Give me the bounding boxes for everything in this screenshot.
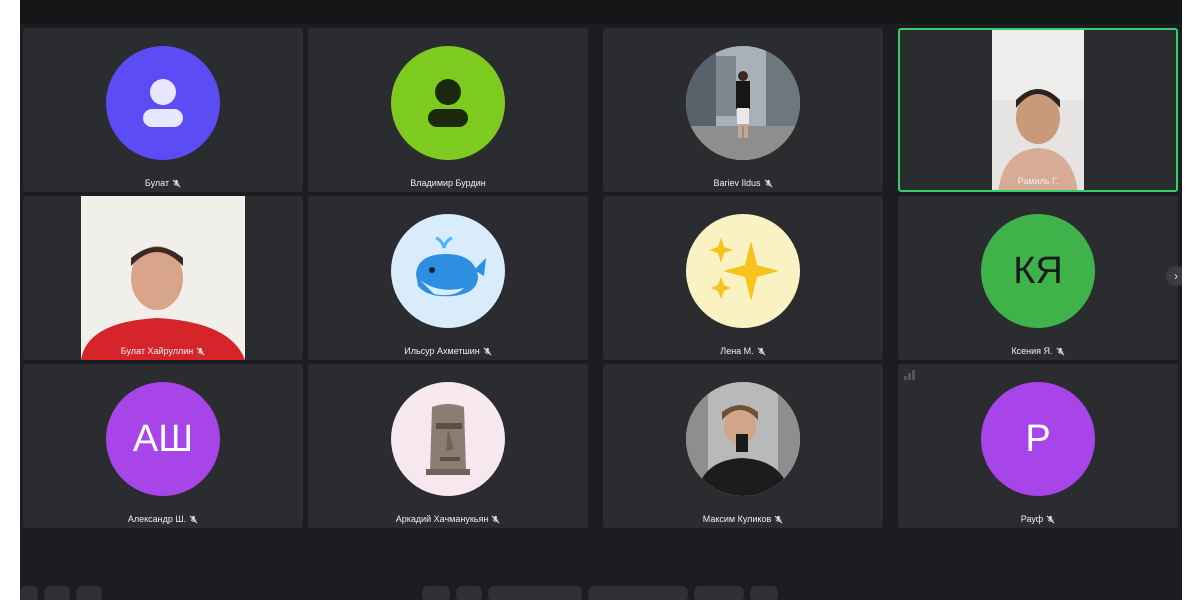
toolbar-button[interactable]: [456, 586, 482, 600]
participant-name-row: Рамиль Г.: [900, 176, 1176, 186]
participant-tile[interactable]: Максим Куликов: [603, 364, 883, 528]
participant-tile[interactable]: Bariev Ildus: [603, 28, 883, 192]
participant-name-row: Максим Куликов: [603, 514, 883, 524]
avatar: [391, 214, 505, 328]
top-bar: [20, 0, 1182, 24]
chevron-right-icon[interactable]: ›: [1166, 266, 1182, 286]
toolbar-button[interactable]: [488, 586, 582, 600]
avatar-initials: КЯ: [981, 214, 1095, 328]
participant-name: Ксения Я.: [1011, 346, 1053, 356]
mic-off-icon: [189, 515, 198, 523]
conference-screen: Булат Владимир Бурдин Bariev Ildus Рамил…: [20, 0, 1182, 600]
mic-off-icon: [172, 179, 181, 187]
participant-name-row: Аркадий Хачманукьян: [308, 514, 588, 524]
participant-name-row: Булат: [23, 178, 303, 188]
toolbar-button[interactable]: [750, 586, 778, 600]
whale-emoji-icon: [416, 236, 486, 297]
participant-tile-active[interactable]: Рамиль Г.: [898, 28, 1178, 192]
mic-off-icon: [774, 515, 783, 523]
toolbar-button[interactable]: [76, 586, 102, 600]
mic-off-icon: [1056, 347, 1065, 355]
user-icon: [428, 79, 468, 127]
avatar-initials: Р: [981, 382, 1095, 496]
participant-name: Максим Куликов: [702, 514, 772, 524]
avatar-initials: АШ: [106, 382, 220, 496]
signal-icon: [904, 370, 915, 380]
avatar: [106, 46, 220, 160]
moai-emoji-icon: [426, 404, 470, 475]
participant-name: Лена М.: [720, 346, 754, 356]
participant-name: Булат Хайруллин: [120, 346, 194, 356]
participant-name-row: Ксения Я.: [898, 346, 1178, 356]
mic-off-icon: [757, 347, 766, 355]
participant-tile[interactable]: Аркадий Хачманукьян: [308, 364, 588, 528]
participant-name-row: Рауф: [898, 514, 1178, 524]
participant-name-row: Лена М.: [603, 346, 883, 356]
mic-off-icon: [1046, 515, 1055, 523]
webcam-feed: [81, 196, 245, 360]
participant-tile[interactable]: Владимир Бурдин: [308, 28, 588, 192]
avatar: [391, 382, 505, 496]
mic-off-icon: [196, 347, 205, 355]
participant-tile[interactable]: КЯ Ксения Я.: [898, 196, 1178, 360]
sparkles-emoji-icon: [709, 237, 779, 301]
participant-name: Ильсур Ахметшин: [404, 346, 480, 356]
participant-name-row: Bariev Ildus: [603, 178, 883, 188]
participant-tile[interactable]: Лена М.: [603, 196, 883, 360]
video-feed: [992, 30, 1084, 190]
toolbar-button[interactable]: [20, 586, 38, 600]
participant-tile[interactable]: Булат: [23, 28, 303, 192]
participant-name-row: Александр Ш.: [23, 514, 303, 524]
mic-off-icon: [764, 179, 772, 187]
participant-name: Булат: [144, 178, 170, 188]
participant-name-row: Владимир Бурдин: [308, 178, 588, 188]
avatar-photo: [686, 382, 800, 496]
avatar: [686, 214, 800, 328]
avatar-photo: [686, 46, 800, 160]
participant-name: Александр Ш.: [127, 514, 187, 524]
toolbar-button[interactable]: [694, 586, 744, 600]
participant-name: Аркадий Хачманукьян: [395, 514, 489, 524]
participant-name: Рамиль Г.: [1017, 176, 1059, 186]
elevator-selfie-photo: [686, 382, 800, 496]
user-icon: [143, 79, 183, 127]
participant-tile[interactable]: Ильсур Ахметшин: [308, 196, 588, 360]
participant-tile[interactable]: Булат Хайруллин: [23, 196, 303, 360]
toolbar-button[interactable]: [588, 586, 688, 600]
street-photo: [686, 46, 800, 160]
avatar: [391, 46, 505, 160]
participant-name: Рауф: [1020, 514, 1044, 524]
webcam-feed: [992, 30, 1084, 190]
mic-off-icon: [483, 347, 492, 355]
participant-tile[interactable]: АШ Александр Ш.: [23, 364, 303, 528]
mic-off-icon: [491, 515, 500, 523]
participant-name-row: Булат Хайруллин: [23, 346, 303, 356]
participant-name: Bariev Ildus: [713, 178, 761, 188]
video-feed: [81, 196, 245, 360]
bottom-toolbar: [20, 580, 1182, 600]
toolbar-button[interactable]: [44, 586, 70, 600]
participant-name-row: Ильсур Ахметшин: [308, 346, 588, 356]
toolbar-button[interactable]: [422, 586, 450, 600]
participant-name: Владимир Бурдин: [410, 178, 486, 188]
participant-tile[interactable]: Р Рауф: [898, 364, 1178, 528]
